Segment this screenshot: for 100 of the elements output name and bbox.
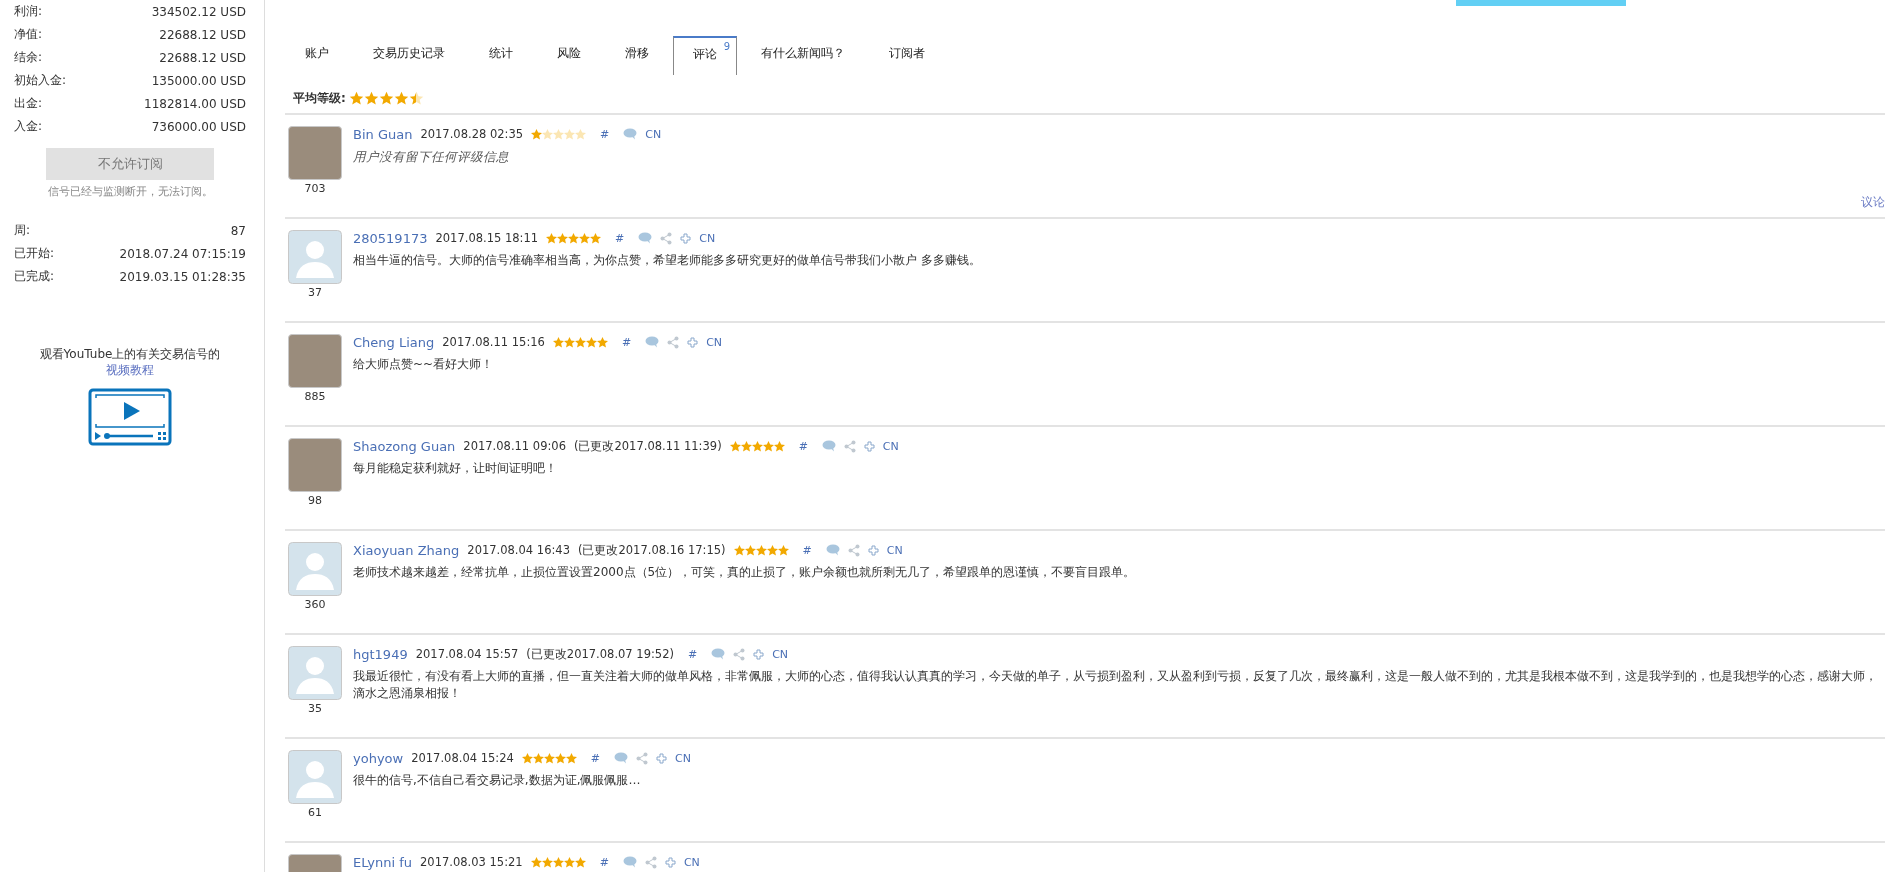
user-rating-count: 703: [304, 182, 326, 195]
user-rating-count: 61: [308, 806, 322, 819]
plus-icon[interactable]: [863, 440, 875, 452]
comment-text: 相当牛逼的信号。大师的信号准确率相当高，为你点赞，希望老师能多多研究更好的做单信号带我们小散户 多多赚钱。: [353, 252, 982, 269]
tab[interactable]: 滑移: [605, 36, 669, 75]
share-icon[interactable]: [636, 751, 649, 765]
user-rating-count: 37: [308, 286, 322, 299]
language-link[interactable]: CN: [675, 751, 691, 765]
tab[interactable]: 订阅者: [869, 36, 945, 75]
plus-icon[interactable]: [867, 544, 879, 556]
comment-date: 2017.08.15 18:11: [435, 231, 539, 245]
user-name-link[interactable]: Cheng Liang: [353, 334, 435, 350]
stat-value: 22688.12 USD: [159, 50, 246, 65]
info-value: 87: [230, 223, 246, 238]
avatar-photo-placeholder[interactable]: [288, 438, 342, 492]
comment-text: 老师技术越来越差，经常抗单，止损位置设置2000点（5位），可笑，真的止损了，账户余额也就所剩无几了，希望跟单的恩谨慎，不要盲目跟单。: [353, 564, 1137, 581]
language-link[interactable]: CN: [699, 231, 716, 245]
speech-bubble-icon[interactable]: [825, 544, 840, 556]
speech-bubble-icon[interactable]: [711, 648, 726, 660]
user-rating-count: 98: [308, 494, 322, 507]
user-rating-count: 35: [308, 702, 322, 715]
user-name-link[interactable]: hgt1949: [353, 646, 408, 662]
stat-value: 1182814.00 USD: [144, 96, 246, 111]
user-name-link[interactable]: Xiaoyuan Zhang: [353, 542, 460, 558]
share-icon[interactable]: [843, 439, 856, 453]
speech-bubble-icon[interactable]: [821, 440, 836, 452]
comment-date: 2017.08.04 16:43: [467, 543, 570, 557]
tab[interactable]: 账户: [285, 36, 349, 75]
permalink[interactable]: #: [621, 335, 632, 349]
video-tutorial-text: 观看YouTube上的有关交易信号的 视频教程: [38, 346, 222, 378]
stat-label: 利润:: [14, 3, 43, 20]
default-avatar-icon[interactable]: [288, 646, 342, 700]
plus-icon[interactable]: [680, 232, 692, 244]
tab[interactable]: 统计: [469, 36, 533, 75]
tab[interactable]: 有什么新闻吗？: [741, 36, 865, 75]
comment-text: 很牛的信号,不信自己看交易记录,数据为证,佩服佩服…: [353, 772, 642, 789]
avatar-photo-placeholder[interactable]: [288, 126, 342, 180]
default-avatar-icon[interactable]: [288, 230, 342, 284]
user-rating-count: 885: [304, 390, 326, 403]
video-player-icon[interactable]: [88, 388, 172, 446]
comment-date: 2017.08.04 15:57: [415, 647, 519, 661]
permalink[interactable]: #: [802, 543, 812, 557]
language-link[interactable]: CN: [886, 543, 903, 557]
share-icon[interactable]: [660, 231, 673, 245]
share-icon[interactable]: [644, 855, 657, 869]
stat-value: 334502.12 USD: [151, 4, 246, 19]
stat-label: 出金:: [14, 95, 43, 112]
user-name-link[interactable]: yohyow: [353, 750, 404, 766]
info-value: 2019.03.15 01:28:35: [119, 269, 246, 284]
share-icon[interactable]: [667, 335, 680, 349]
speech-bubble-icon[interactable]: [638, 232, 653, 244]
permalink[interactable]: #: [599, 855, 609, 869]
plus-icon[interactable]: [753, 648, 765, 660]
average-rating-label: 平均等级:: [293, 90, 346, 107]
user-name-link[interactable]: ELynni fu: [353, 854, 412, 870]
video-tutorial-link[interactable]: 视频教程: [106, 363, 154, 377]
default-avatar-icon[interactable]: [288, 750, 342, 804]
speech-bubble-icon[interactable]: [614, 752, 629, 764]
speech-bubble-icon[interactable]: [623, 128, 638, 140]
tab[interactable]: 风险: [537, 36, 601, 75]
permalink[interactable]: #: [590, 751, 601, 765]
edited-date: (已更改2017.08.16 17:15): [577, 542, 726, 558]
info-label: 周:: [14, 222, 31, 239]
user-name-link[interactable]: Shaozong Guan: [353, 438, 456, 454]
comment-text: 用户没有留下任何评级信息: [353, 148, 510, 165]
edited-date: (已更改2017.08.07 19:52): [526, 646, 674, 662]
stat-label: 净值:: [14, 26, 43, 43]
speech-bubble-icon[interactable]: [645, 336, 660, 348]
language-link[interactable]: CN: [645, 127, 662, 141]
comment-date: 2017.08.11 09:06: [463, 439, 566, 453]
stat-label: 初始入金:: [14, 72, 67, 89]
comment-text: 我最近很忙，有没有看上大师的直播，但一直关注着大师的做单风格，非常佩服，大师的心态，值得我认认真真的学习，今天做的单子，从亏损到盈利，又从盈利到亏损，反复了几次，最终赢利，这是一般人做不到的，尤其是我根本做不到，这是我学到的，也是我想学的心态，感谢大师，滴水之恩涌泉相报！: [353, 668, 1878, 702]
permalink[interactable]: #: [687, 647, 698, 661]
tab[interactable]: 交易历史记录: [353, 36, 465, 75]
language-link[interactable]: CN: [882, 439, 899, 453]
plus-icon[interactable]: [664, 856, 676, 868]
share-icon[interactable]: [847, 543, 860, 557]
permalink[interactable]: #: [600, 127, 610, 141]
stat-value: 736000.00 USD: [151, 119, 246, 134]
share-icon[interactable]: [733, 647, 746, 661]
tab[interactable]: 评论 $^{9}$: [673, 36, 737, 75]
permalink[interactable]: #: [615, 231, 625, 245]
avatar-photo-placeholder[interactable]: [288, 334, 342, 388]
user-name-link[interactable]: 280519173: [353, 230, 428, 246]
info-value: 2018.07.24 07:15:19: [119, 246, 246, 261]
info-label: 已开始:: [14, 245, 55, 262]
comment-date: 2017.08.03 15:21: [420, 855, 523, 869]
comment-text: 每月能稳定获利就好，让时间证明吧！: [353, 460, 558, 477]
reply-link[interactable]: 议论: [1861, 194, 1885, 211]
speech-bubble-icon[interactable]: [622, 856, 637, 868]
plus-icon[interactable]: [687, 336, 699, 348]
plus-icon[interactable]: [656, 752, 668, 764]
language-link[interactable]: CN: [706, 335, 723, 349]
user-name-link[interactable]: Bin Guan: [353, 126, 413, 142]
comment-text: 给大师点赞~~看好大师！: [353, 356, 495, 373]
language-link[interactable]: CN: [772, 647, 789, 661]
permalink[interactable]: #: [798, 439, 808, 453]
language-link[interactable]: CN: [683, 855, 700, 869]
comment-date: 2017.08.28 02:35: [420, 127, 524, 141]
default-avatar-icon[interactable]: [288, 542, 342, 596]
